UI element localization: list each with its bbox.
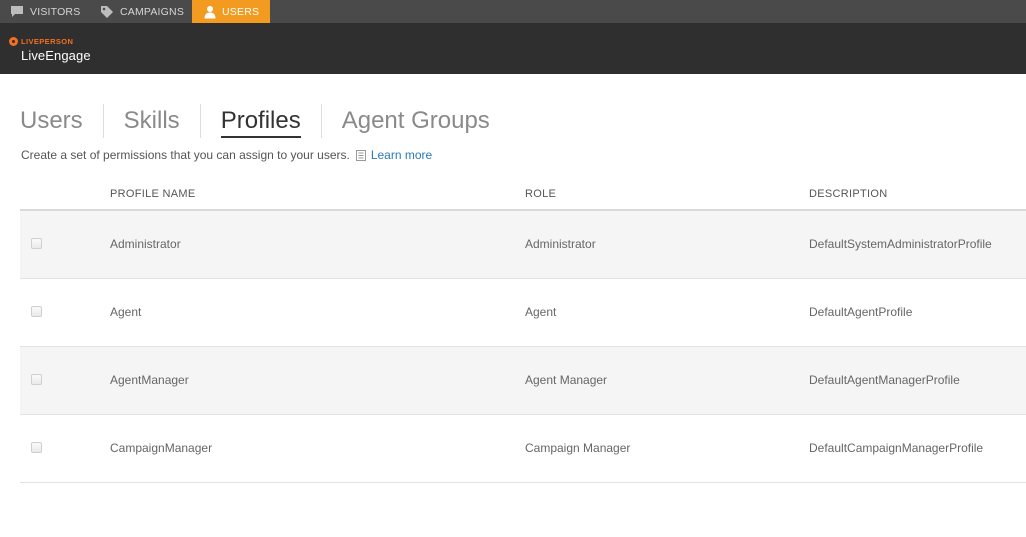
row-checkbox[interactable] — [31, 374, 42, 385]
speech-bubble-icon — [10, 4, 24, 20]
table-row[interactable]: Administrator Administrator DefaultSyste… — [20, 211, 1026, 279]
role-cell: Administrator — [525, 237, 596, 251]
profiles-table: PROFILE NAME ROLE DESCRIPTION Administra… — [20, 178, 1026, 483]
column-header-role[interactable]: ROLE — [525, 188, 556, 200]
profile-name-cell: Administrator — [110, 237, 181, 251]
role-cell: Agent — [525, 305, 557, 319]
tab-skills[interactable]: Skills — [124, 104, 180, 138]
description-cell: DefaultCampaignManagerProfile — [809, 441, 984, 455]
person-icon — [204, 4, 216, 20]
table-row[interactable]: CampaignManager Campaign Manager Default… — [20, 415, 1026, 483]
brand-header: LIVEPERSON LiveEngage — [0, 23, 1026, 74]
description-cell: DefaultAgentManagerProfile — [809, 373, 960, 387]
profile-name-cell: CampaignManager — [110, 441, 213, 455]
tab-divider — [199, 104, 201, 138]
role-cell: Agent Manager — [525, 373, 608, 387]
section-tabs: Users Skills Profiles Agent Groups — [20, 104, 490, 138]
tag-icon — [100, 4, 114, 20]
brand-company: LIVEPERSON — [21, 36, 74, 46]
role-cell: Campaign Manager — [525, 441, 631, 455]
table-header: PROFILE NAME ROLE DESCRIPTION — [20, 178, 1026, 211]
table-row[interactable]: Agent Agent DefaultAgentProfile — [20, 279, 1026, 347]
brand-product: LiveEngage — [21, 48, 91, 63]
nav-users-label: USERS — [222, 5, 260, 18]
description-text: Create a set of permissions that you can… — [21, 148, 350, 162]
brand-logo[interactable]: LIVEPERSON LiveEngage — [9, 36, 91, 63]
column-header-description[interactable]: DESCRIPTION — [809, 188, 887, 200]
nav-visitors[interactable]: VISITORS — [0, 0, 90, 23]
row-checkbox[interactable] — [31, 442, 42, 453]
profile-name-cell: AgentManager — [110, 373, 189, 387]
liveperson-logo-icon — [9, 36, 18, 46]
document-icon — [355, 149, 366, 161]
description-cell: DefaultSystemAdministratorProfile — [809, 237, 992, 251]
top-nav: VISITORS CAMPAIGNS USERS — [0, 0, 1026, 23]
learn-more-link[interactable]: Learn more — [371, 148, 432, 162]
profile-name-cell: Agent — [110, 305, 142, 319]
page-description: Create a set of permissions that you can… — [21, 148, 432, 162]
column-header-profile-name[interactable]: PROFILE NAME — [110, 188, 196, 200]
tab-profiles[interactable]: Profiles — [220, 104, 301, 138]
tab-divider — [320, 104, 322, 138]
nav-users[interactable]: USERS — [192, 0, 270, 23]
nav-visitors-label: VISITORS — [30, 5, 81, 18]
row-checkbox[interactable] — [31, 306, 42, 317]
row-checkbox[interactable] — [31, 238, 42, 249]
tab-users[interactable]: Users — [20, 104, 83, 138]
nav-campaigns[interactable]: CAMPAIGNS — [90, 0, 192, 23]
tab-agent-groups[interactable]: Agent Groups — [342, 104, 490, 138]
table-row[interactable]: AgentManager Agent Manager DefaultAgentM… — [20, 347, 1026, 415]
nav-campaigns-label: CAMPAIGNS — [120, 5, 185, 18]
tab-divider — [102, 104, 104, 138]
description-cell: DefaultAgentProfile — [809, 305, 913, 319]
